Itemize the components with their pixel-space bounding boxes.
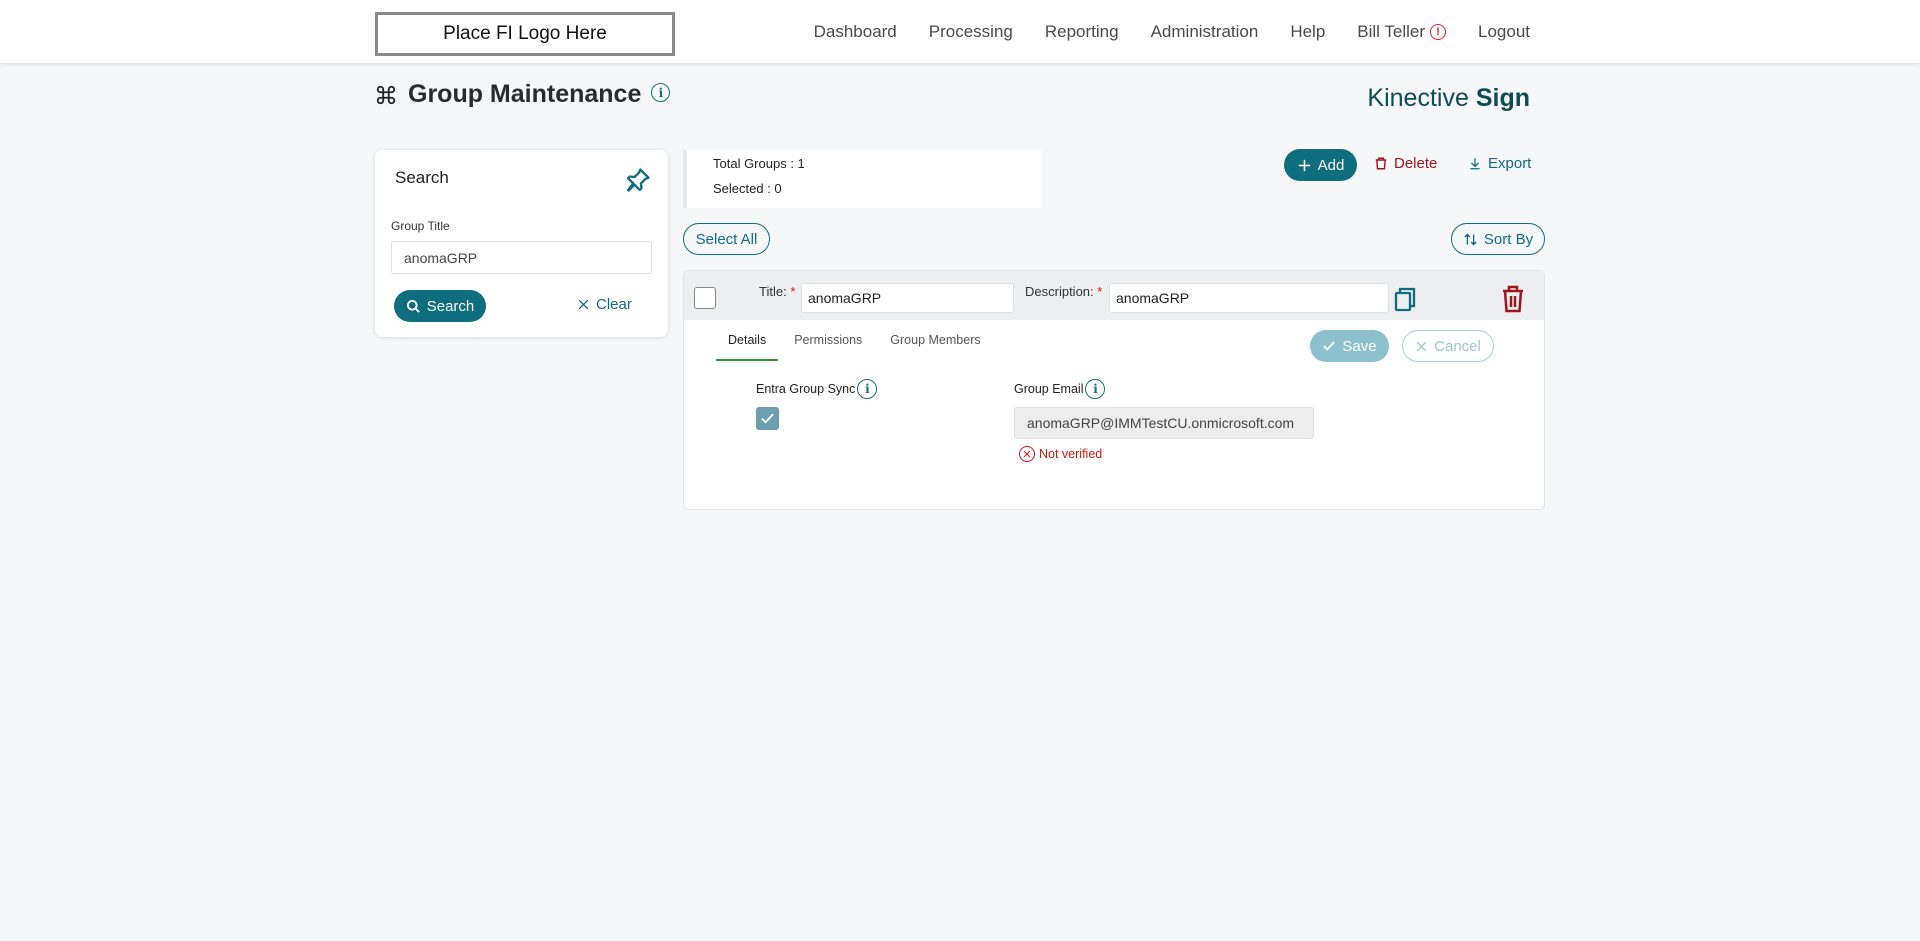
verification-status: ✕ Not verified: [1019, 446, 1102, 462]
save-button-label: Save: [1342, 337, 1377, 355]
close-icon: [1416, 341, 1427, 351]
group-card: Title: * Description: * Details Permissi…: [683, 270, 1545, 510]
group-email-info-icon[interactable]: i: [1085, 379, 1106, 399]
copy-icon[interactable]: [1393, 286, 1417, 312]
plus-icon: [1298, 159, 1310, 171]
brand-logo: Kinective Sign: [1367, 84, 1530, 113]
group-description-input[interactable]: [1109, 283, 1389, 313]
entra-sync-info-icon[interactable]: i: [857, 379, 878, 399]
required-mark: *: [1097, 284, 1103, 299]
search-icon: [406, 299, 420, 313]
close-icon: [578, 299, 589, 310]
nav-dashboard[interactable]: Dashboard: [814, 22, 897, 42]
cancel-button[interactable]: Cancel: [1402, 330, 1494, 362]
group-title-label: Group Title: [391, 219, 450, 233]
entra-sync-label-text: Entra Group Sync: [756, 382, 856, 396]
pin-icon[interactable]: [624, 166, 652, 194]
group-email-label-text: Group Email: [1014, 382, 1084, 396]
nav-user-menu[interactable]: Bill Teller !: [1357, 22, 1446, 42]
required-mark: *: [790, 284, 796, 299]
export-button-label: Export: [1488, 155, 1532, 172]
group-email-label: Group Email i: [1014, 379, 1106, 399]
entra-sync-label: Entra Group Sync i: [756, 379, 878, 399]
sort-by-button[interactable]: Sort By: [1451, 223, 1545, 255]
brand-name-bold: Sign: [1475, 84, 1530, 112]
tab-group-members[interactable]: Group Members: [878, 331, 992, 361]
selected-count: Selected : 0: [713, 181, 782, 196]
x-circle-icon: ✕: [1019, 446, 1035, 462]
add-button-label: Add: [1317, 156, 1345, 174]
export-button[interactable]: Export: [1468, 155, 1531, 172]
select-all-button[interactable]: Select All: [683, 223, 770, 255]
group-title-input[interactable]: [801, 283, 1014, 313]
trash-icon: [1375, 157, 1387, 170]
check-icon: [761, 413, 774, 424]
description-label-text: Description:: [1025, 284, 1094, 299]
description-label: Description: *: [1025, 284, 1102, 299]
delete-button[interactable]: Delete: [1374, 155, 1437, 172]
check-icon: [1323, 341, 1336, 351]
group-tabs: Details Permissions Group Members: [716, 331, 997, 361]
download-icon: [1470, 158, 1480, 170]
command-icon: [376, 85, 396, 104]
cancel-button-label: Cancel: [1434, 337, 1481, 355]
group-title-search-input[interactable]: [391, 241, 652, 274]
title-label-text: Title:: [759, 284, 787, 299]
clear-button[interactable]: Clear: [577, 296, 632, 313]
nav-processing[interactable]: Processing: [929, 22, 1013, 42]
brand-name: Kinective: [1367, 84, 1469, 112]
search-button-label: Search: [426, 297, 475, 315]
clear-button-label: Clear: [596, 296, 632, 313]
group-row-header: Title: * Description: *: [684, 271, 1544, 320]
delete-button-label: Delete: [1394, 155, 1438, 172]
nav-help[interactable]: Help: [1290, 22, 1325, 42]
group-summary: Total Groups : 1 Selected : 0: [683, 150, 1042, 208]
tab-permissions[interactable]: Permissions: [782, 331, 874, 361]
nav-logout[interactable]: Logout: [1478, 22, 1530, 42]
user-name: Bill Teller: [1357, 21, 1425, 41]
sort-icon: [1464, 233, 1477, 245]
save-button[interactable]: Save: [1310, 330, 1389, 362]
nav-administration[interactable]: Administration: [1151, 22, 1259, 42]
delete-group-icon[interactable]: [1501, 285, 1525, 313]
fi-logo-placeholder[interactable]: Place FI Logo Here: [375, 12, 675, 56]
page-info-icon[interactable]: i: [651, 83, 671, 102]
group-select-checkbox[interactable]: [694, 287, 716, 309]
add-button[interactable]: Add: [1284, 149, 1357, 181]
page-header: Group Maintenance i: [375, 80, 671, 109]
sort-by-label: Sort By: [1483, 230, 1534, 248]
search-button[interactable]: Search: [394, 290, 486, 322]
search-panel-title: Search: [395, 168, 449, 187]
main-nav: Dashboard Processing Reporting Administr…: [782, 0, 1530, 63]
total-groups: Total Groups : 1: [713, 156, 805, 171]
entra-sync-checkbox[interactable]: [756, 407, 779, 430]
group-email-field[interactable]: [1014, 407, 1314, 439]
verification-status-text: Not verified: [1039, 447, 1103, 461]
top-navbar: Place FI Logo Here Dashboard Processing …: [0, 0, 1920, 63]
alert-icon: !: [1430, 23, 1446, 40]
title-label: Title: *: [759, 284, 795, 299]
tab-details[interactable]: Details: [716, 331, 779, 361]
page-title: Group Maintenance: [408, 80, 642, 108]
search-panel: Search Group Title Search Clear: [375, 150, 668, 337]
nav-reporting[interactable]: Reporting: [1045, 22, 1119, 42]
